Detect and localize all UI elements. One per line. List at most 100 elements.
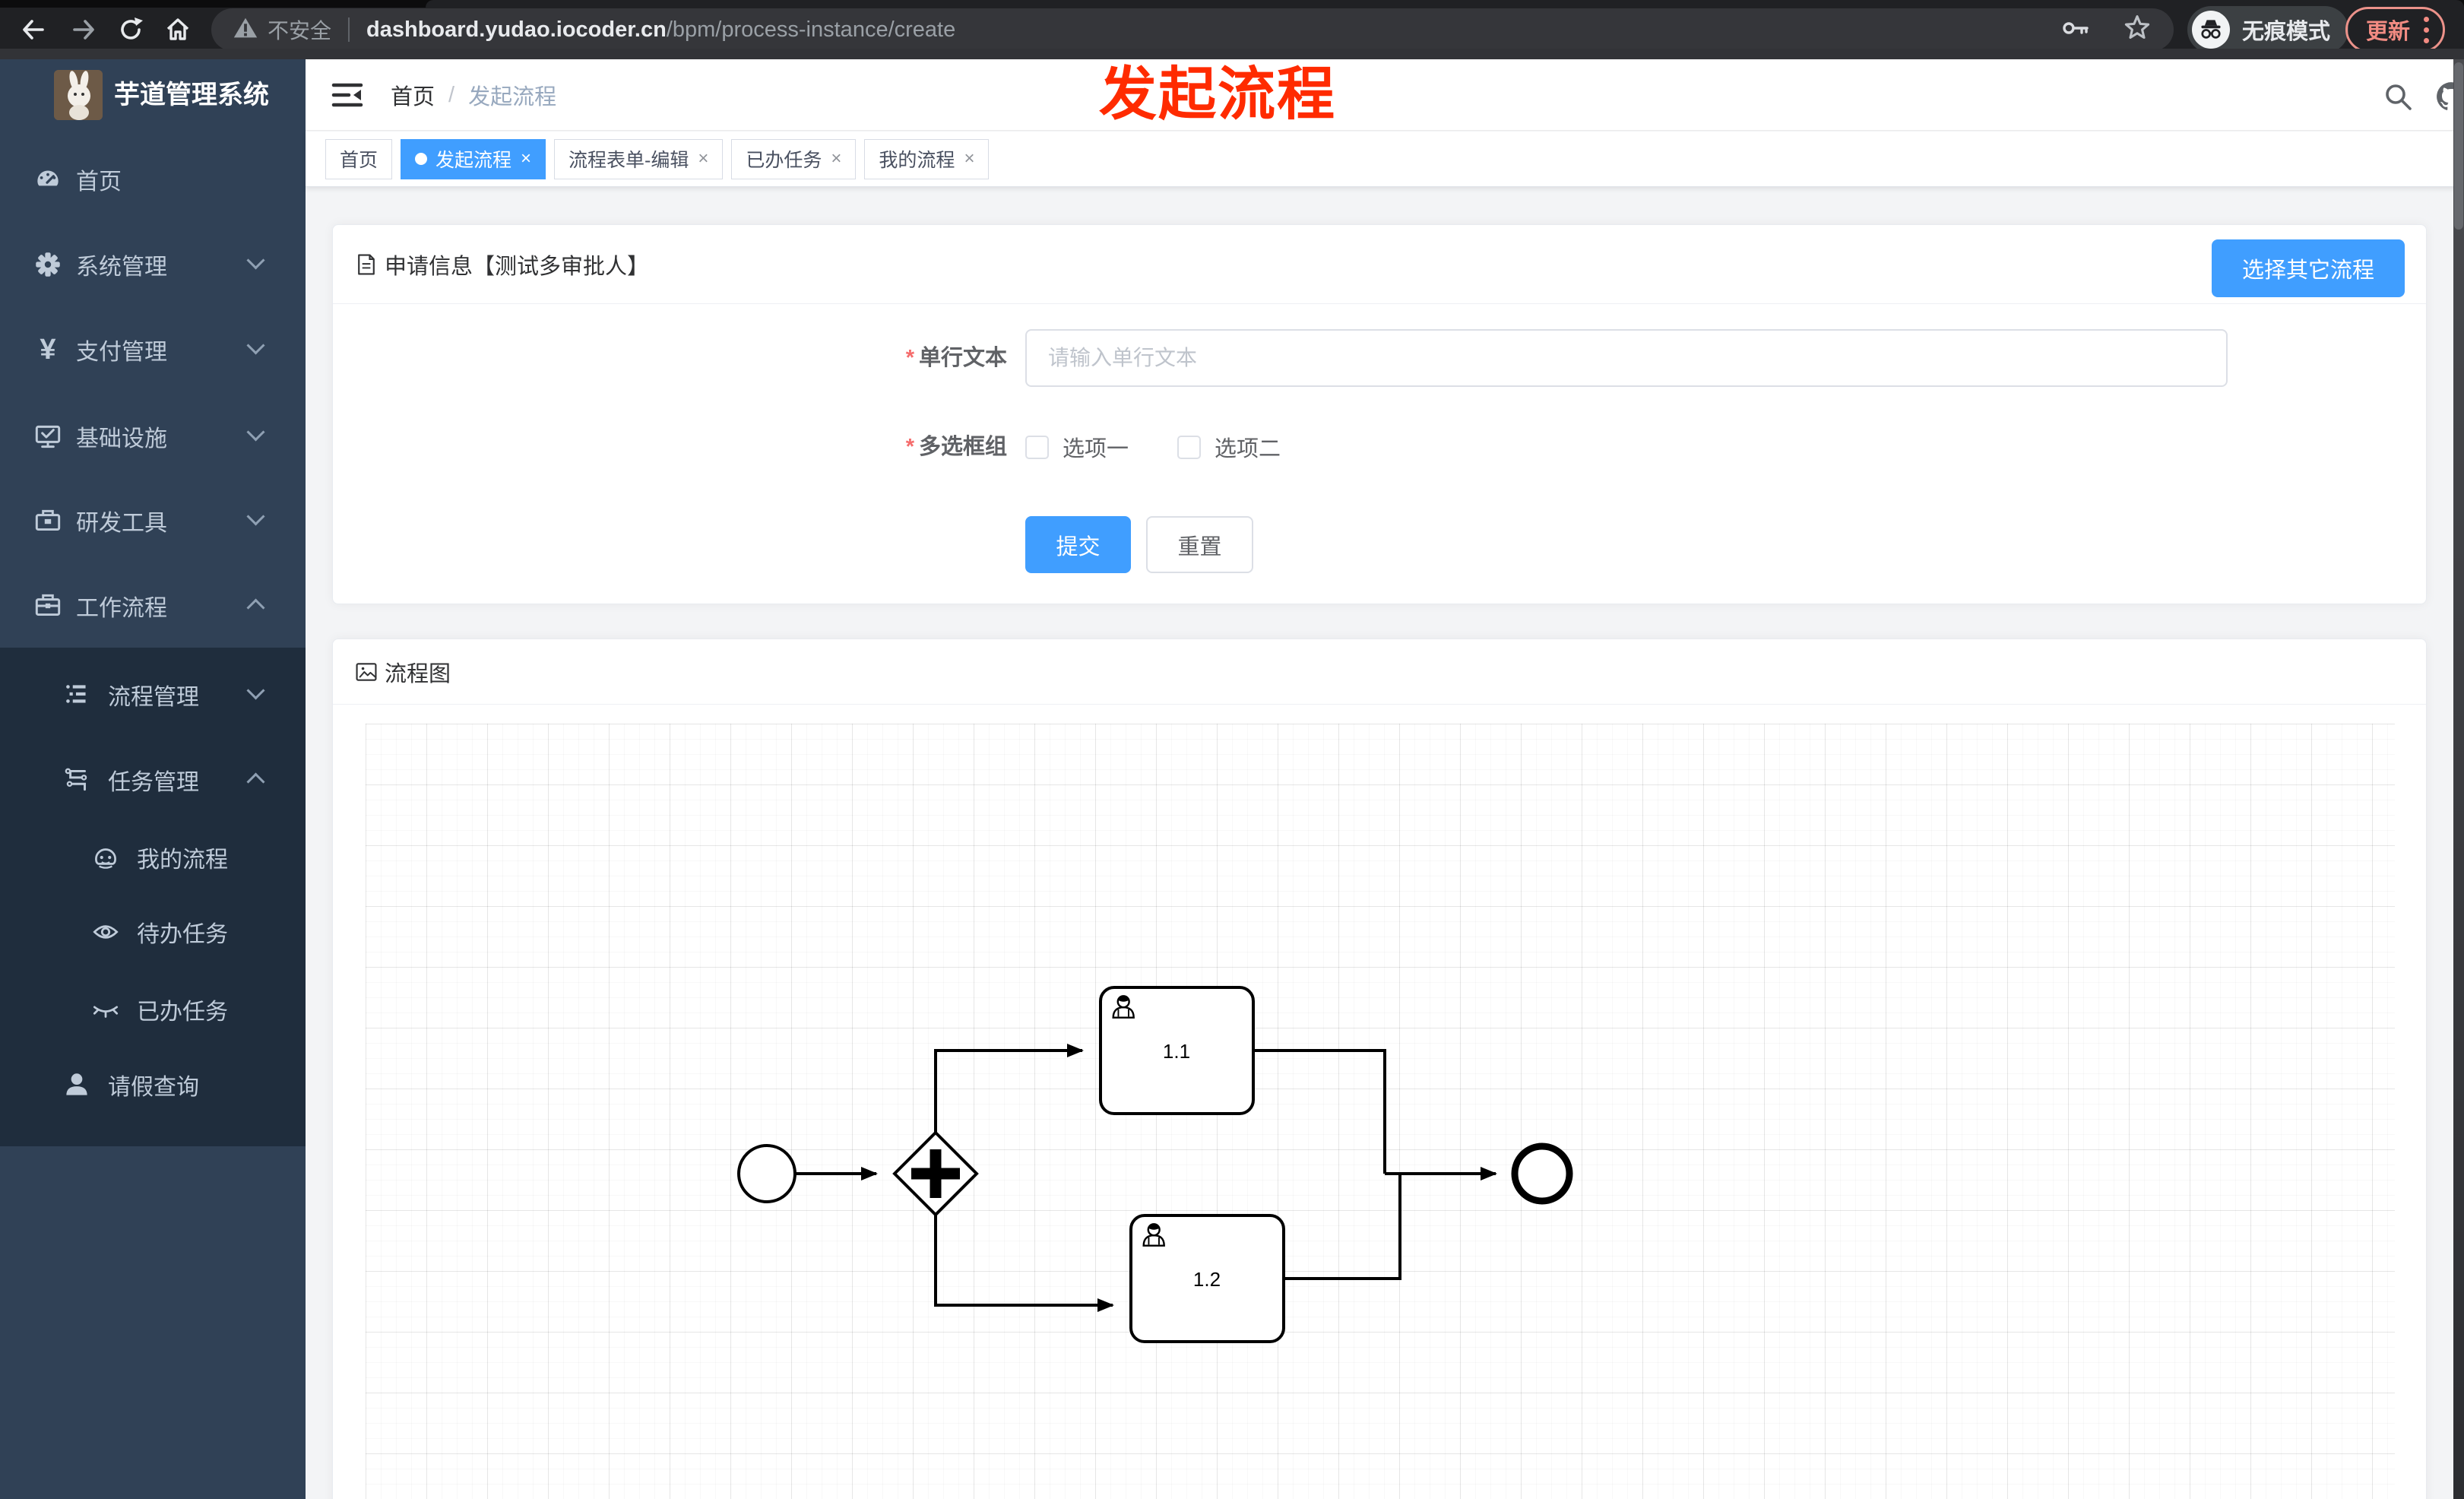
red-annotation-text: 发起流程	[1099, 62, 1336, 127]
apply-info-card: 申请信息【测试多审批人】 选择其它流程 *单行文本 *多选框组 选项一 选项二 …	[332, 224, 2427, 604]
bpmn-user-task-1-1[interactable]: 1.1	[1099, 986, 1255, 1115]
incognito-label: 无痕模式	[2242, 20, 2331, 44]
sidebar-item-payment[interactable]: ¥ 支付管理	[0, 307, 306, 392]
required-mark: *	[905, 435, 914, 459]
url-divider	[348, 17, 350, 42]
apply-info-card-header: 申请信息【测试多审批人】	[333, 225, 2426, 304]
sidebar-item-label: 系统管理	[76, 255, 167, 280]
picture-icon	[356, 662, 377, 681]
bpmn-diagram: 1.1 1.2	[737, 986, 1573, 1343]
sidebar-item-label: 支付管理	[76, 340, 167, 365]
sidebar-item-label: 请假查询	[108, 1075, 199, 1100]
eye-closed-icon	[90, 994, 122, 1025]
skill-icon	[61, 764, 93, 796]
close-icon[interactable]: ×	[964, 148, 974, 170]
sidebar-item-workflow[interactable]: 工作流程	[0, 563, 306, 648]
security-label[interactable]: 不安全	[268, 14, 331, 45]
close-icon[interactable]: ×	[831, 148, 841, 170]
checkbox-group: 选项一 选项二	[1025, 424, 1281, 470]
chevron-down-icon	[249, 684, 264, 699]
field-label-checkbox-group: * 多选框组	[905, 435, 1007, 459]
url-bar[interactable]: 不安全 dashboard.yudao.iocoder.cn/bpm/proce…	[211, 8, 2174, 51]
checkbox-option-2[interactable]	[1177, 435, 1202, 459]
scrollbar-thumb[interactable]	[2454, 62, 2463, 230]
chevron-up-icon	[249, 775, 264, 791]
app-root: 不安全 dashboard.yudao.iocoder.cn/bpm/proce…	[0, 0, 2464, 1499]
card-title: 申请信息【测试多审批人】	[385, 254, 650, 279]
close-icon[interactable]: ×	[521, 148, 531, 170]
yen-icon: ¥	[40, 333, 56, 366]
incognito-icon	[2192, 11, 2230, 49]
sidebar-item-task-mgmt[interactable]: 任务管理	[0, 737, 306, 822]
chrome-menu-icon[interactable]	[2424, 16, 2430, 43]
tab-my-process[interactable]: 我的流程 ×	[864, 138, 990, 179]
single-line-text-input[interactable]	[1025, 329, 2228, 387]
sidebar-item-todo-tasks[interactable]: 待办任务	[0, 894, 306, 970]
dashboard-icon	[32, 163, 64, 195]
sidebar-item-label: 研发工具	[76, 511, 167, 536]
sidebar-item-label: 待办任务	[137, 922, 228, 947]
url-domain[interactable]: dashboard.yudao.iocoder.cn	[366, 17, 667, 43]
sidebar-item-label: 已办任务	[137, 1000, 228, 1025]
tab-home[interactable]: 首页	[325, 138, 393, 179]
bpmn-user-task-1-2[interactable]: 1.2	[1129, 1214, 1285, 1343]
flow-task-1-2-out	[1284, 1174, 1401, 1280]
sidebar-item-system[interactable]: 系统管理	[0, 222, 306, 307]
search-icon[interactable]	[2380, 78, 2416, 115]
update-label: 更新	[2366, 20, 2411, 44]
sidebar-collapse-icon[interactable]	[330, 78, 365, 113]
key-icon[interactable]	[2060, 12, 2092, 48]
logo-row[interactable]: 芋道管理系统	[0, 59, 306, 131]
app-title: 芋道管理系统	[114, 81, 269, 109]
bpmn-start-event[interactable]	[737, 1144, 797, 1203]
page-scrollbar[interactable]	[2453, 59, 2464, 1499]
eye-open-icon	[90, 916, 122, 948]
tree-list-icon	[61, 679, 93, 711]
home-icon[interactable]	[161, 13, 195, 46]
breadcrumb: 首页 / 发起流程	[391, 59, 556, 131]
sidebar-item-label: 任务管理	[108, 770, 199, 795]
sidebar-item-home[interactable]: 首页	[0, 137, 306, 222]
chevron-down-icon	[249, 339, 264, 354]
flow-task-1-1-out	[1253, 1049, 1386, 1174]
tab-process-form-edit[interactable]: 流程表单-编辑 ×	[554, 138, 724, 179]
flow-gateway-to-task-1-2	[934, 1215, 1114, 1312]
forward-icon[interactable]	[67, 13, 100, 46]
browser-active-tab[interactable]	[426, 0, 2464, 8]
breadcrumb-home[interactable]: 首页	[391, 79, 435, 111]
logo-avatar	[54, 70, 103, 120]
task-label: 1.2	[1193, 1268, 1221, 1291]
checkbox-label[interactable]: 选项二	[1215, 431, 1281, 463]
required-mark: *	[905, 346, 914, 370]
main-content: 申请信息【测试多审批人】 选择其它流程 *单行文本 *多选框组 选项一 选项二 …	[306, 187, 2464, 1499]
sidebar-item-label: 基础设施	[76, 426, 167, 452]
bpmn-end-event[interactable]	[1511, 1142, 1573, 1205]
bookmark-star-icon[interactable]	[2120, 11, 2154, 49]
warning-triangle-icon	[231, 14, 260, 46]
back-icon[interactable]	[17, 13, 50, 46]
reset-button[interactable]: 重置	[1146, 516, 1253, 573]
breadcrumb-separator: /	[448, 82, 455, 107]
tab-done-tasks[interactable]: 已办任务 ×	[731, 138, 857, 179]
reload-icon[interactable]	[114, 13, 147, 46]
sidebar-item-leave-query[interactable]: 请假查询	[0, 1047, 306, 1123]
submit-button[interactable]: 提交	[1025, 516, 1131, 573]
bpmn-canvas[interactable]: 1.1 1.2	[366, 724, 2395, 1499]
url-path[interactable]: /bpm/process-instance/create	[667, 17, 955, 43]
sidebar-item-infrastructure[interactable]: 基础设施	[0, 394, 306, 479]
chevron-down-icon	[249, 426, 264, 441]
checkbox-option-1[interactable]	[1025, 435, 1049, 459]
close-icon[interactable]: ×	[698, 148, 708, 170]
update-button[interactable]: 更新	[2345, 7, 2446, 52]
tab-start-process[interactable]: 发起流程 ×	[401, 138, 546, 179]
sidebar-item-done-tasks[interactable]: 已办任务	[0, 971, 306, 1047]
sidebar-item-process-mgmt[interactable]: 流程管理	[0, 652, 306, 737]
card-title: 流程图	[385, 661, 451, 686]
sidebar-item-dev-tools[interactable]: 研发工具	[0, 478, 306, 563]
process-diagram-card-header: 流程图	[333, 639, 2426, 705]
chevron-down-icon	[249, 254, 264, 269]
chevron-up-icon	[249, 601, 264, 616]
sidebar-item-my-process[interactable]: 我的流程	[0, 819, 306, 896]
choose-other-process-button[interactable]: 选择其它流程	[2211, 239, 2405, 297]
checkbox-label[interactable]: 选项一	[1063, 431, 1129, 463]
